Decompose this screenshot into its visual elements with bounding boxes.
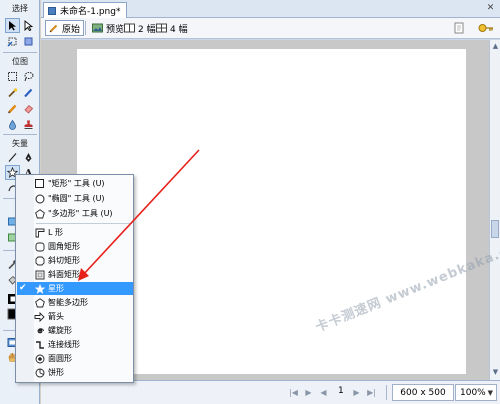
- annotation-arrow: [78, 149, 200, 281]
